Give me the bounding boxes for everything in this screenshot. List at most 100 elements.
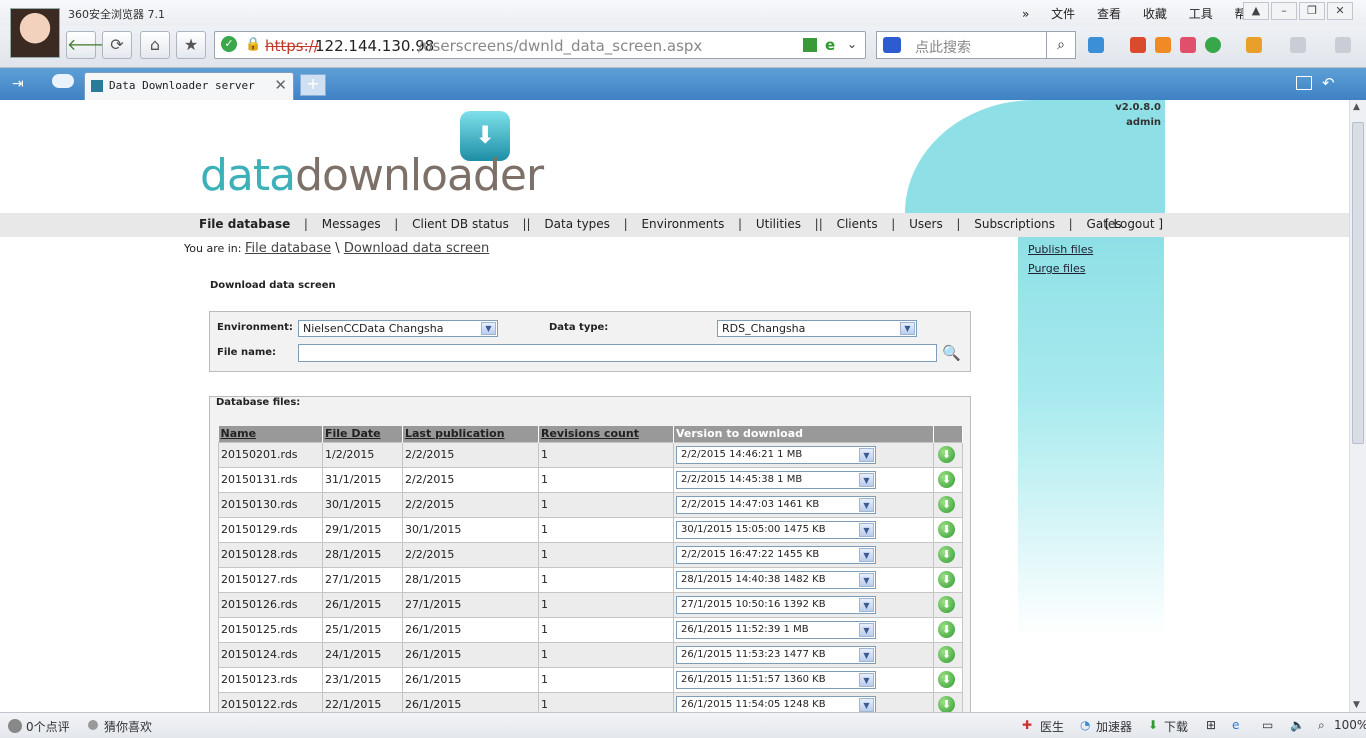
volume-icon[interactable]: 🔈 bbox=[1290, 718, 1305, 732]
status-download[interactable]: 下载 bbox=[1164, 718, 1188, 735]
image-icon[interactable] bbox=[1290, 37, 1306, 53]
back-button[interactable]: 🡐 bbox=[66, 31, 110, 59]
download-icon[interactable]: ⬇ bbox=[938, 521, 955, 538]
flight-icon[interactable] bbox=[1155, 37, 1171, 53]
version-select[interactable]: 27/1/2015 10:50:16 1392 KB ▼ bbox=[676, 595, 876, 614]
chevron-down-icon[interactable]: ▼ bbox=[859, 622, 874, 637]
nav-utilities[interactable]: Utilities bbox=[756, 217, 801, 231]
version-select[interactable]: 26/1/2015 11:52:39 1 MB ▼ bbox=[676, 620, 876, 639]
address-bar[interactable]: ✓ 🔒 https:// 122.144.130.98 /userscreens… bbox=[214, 31, 866, 59]
chevron-down-icon[interactable]: ▼ bbox=[859, 447, 874, 462]
shirt-skin-icon[interactable]: ▲ bbox=[1243, 2, 1269, 20]
menu-favorites[interactable]: 收藏 bbox=[1143, 7, 1167, 21]
search-icon[interactable]: 🔍 bbox=[942, 344, 962, 362]
undo-close-icon[interactable]: ↶ bbox=[1322, 74, 1335, 92]
sidebar-toggle-icon[interactable]: ⇥ bbox=[12, 76, 24, 92]
refresh-button[interactable]: ⟳ bbox=[102, 31, 132, 59]
status-zoom[interactable]: 100% bbox=[1334, 718, 1366, 732]
apps-grid-icon[interactable] bbox=[1088, 37, 1104, 53]
chevron-down-icon[interactable]: ▼ bbox=[481, 322, 496, 335]
nav-environments[interactable]: Environments bbox=[641, 217, 724, 231]
chevron-down-icon[interactable]: ▼ bbox=[859, 597, 874, 612]
download-icon[interactable]: ⬇ bbox=[938, 471, 955, 488]
purge-files-link[interactable]: Purge files bbox=[1028, 262, 1164, 275]
chevron-down-icon[interactable]: ▼ bbox=[859, 522, 874, 537]
status-comments[interactable]: 0个点评 bbox=[26, 718, 70, 735]
more-icon[interactable] bbox=[1335, 37, 1351, 53]
new-tab-button[interactable]: + bbox=[300, 74, 326, 96]
close-window-button[interactable]: ✕ bbox=[1327, 2, 1353, 20]
scroll-down-icon[interactable]: ▼ bbox=[1353, 700, 1360, 710]
screenshot-icon[interactable] bbox=[1246, 37, 1262, 53]
address-dropdown-icon[interactable]: ⌄ bbox=[847, 37, 857, 51]
download-icon[interactable]: ⬇ bbox=[938, 621, 955, 638]
user-avatar[interactable] bbox=[10, 8, 60, 58]
home-button[interactable]: ⌂ bbox=[140, 31, 170, 59]
baidu-paw-icon[interactable] bbox=[883, 37, 901, 53]
scrollbar-thumb[interactable] bbox=[1352, 122, 1364, 444]
window-icon[interactable]: ⊞ bbox=[1206, 718, 1216, 732]
column-revisions-count[interactable]: Revisions count bbox=[538, 426, 674, 442]
chevron-down-icon[interactable]: ▼ bbox=[859, 497, 874, 512]
tab-data-downloader[interactable]: Data Downloader server ✕ bbox=[84, 72, 294, 100]
security-shield-icon[interactable] bbox=[1205, 37, 1221, 53]
cloud-icon[interactable] bbox=[52, 74, 74, 88]
chevron-down-icon[interactable]: ▼ bbox=[859, 647, 874, 662]
download-icon[interactable]: ⬇ bbox=[938, 646, 955, 663]
download-icon[interactable]: ⬇ bbox=[938, 446, 955, 463]
version-select[interactable]: 2/2/2015 14:45:38 1 MB ▼ bbox=[676, 470, 876, 489]
security-check-icon[interactable]: ✓ bbox=[221, 36, 237, 52]
search-icon[interactable]: ⌕ bbox=[1046, 31, 1076, 59]
version-select[interactable]: 28/1/2015 14:40:38 1482 KB ▼ bbox=[676, 570, 876, 589]
version-select[interactable]: 26/1/2015 11:53:23 1477 KB ▼ bbox=[676, 645, 876, 664]
column-last-publication[interactable]: Last publication bbox=[402, 426, 539, 442]
translate-icon[interactable] bbox=[1130, 37, 1146, 53]
version-select[interactable]: 30/1/2015 15:05:00 1475 KB ▼ bbox=[676, 520, 876, 539]
chevron-down-icon[interactable]: ▼ bbox=[900, 322, 915, 335]
breadcrumb-download-screen[interactable]: Download data screen bbox=[344, 241, 489, 256]
nav-users[interactable]: Users bbox=[909, 217, 943, 231]
datatype-select[interactable]: RDS_Changsha ▼ bbox=[717, 320, 917, 337]
nav-file-database[interactable]: File database bbox=[199, 217, 290, 231]
version-select[interactable]: 26/1/2015 11:51:57 1360 KB ▼ bbox=[676, 670, 876, 689]
nav-data-types[interactable]: Data types bbox=[544, 217, 610, 231]
menu-file[interactable]: 文件 bbox=[1051, 7, 1075, 21]
minimize-button[interactable]: – bbox=[1271, 2, 1297, 20]
nav-clients[interactable]: Clients bbox=[837, 217, 878, 231]
shopping-icon[interactable] bbox=[1180, 37, 1196, 53]
logout-link[interactable]: [ Logout ] bbox=[1105, 217, 1163, 231]
version-select[interactable]: 2/2/2015 16:47:22 1455 KB ▼ bbox=[676, 545, 876, 564]
ie-compat-icon[interactable]: e bbox=[825, 36, 835, 54]
nav-client-db-status[interactable]: Client DB status bbox=[412, 217, 509, 231]
chevron-down-icon[interactable]: ▼ bbox=[859, 572, 874, 587]
breadcrumb-file-database[interactable]: File database bbox=[245, 241, 331, 256]
download-icon[interactable]: ⬇ bbox=[938, 696, 955, 712]
status-accelerator[interactable]: 加速器 bbox=[1096, 718, 1132, 735]
download-icon[interactable]: ⬇ bbox=[938, 596, 955, 613]
download-icon[interactable]: ⬇ bbox=[938, 571, 955, 588]
chevron-down-icon[interactable]: ▼ bbox=[859, 672, 874, 687]
download-icon[interactable]: ⬇ bbox=[938, 496, 955, 513]
restore-tabs-icon[interactable] bbox=[1296, 76, 1312, 90]
search-input[interactable]: 点此搜索 bbox=[915, 37, 971, 57]
menu-chevron-icon[interactable]: » bbox=[1022, 7, 1029, 21]
menu-tools[interactable]: 工具 bbox=[1189, 7, 1213, 21]
comment-icon[interactable] bbox=[8, 719, 22, 733]
chevron-down-icon[interactable]: ▼ bbox=[859, 547, 874, 562]
favorite-star-button[interactable]: ★ bbox=[176, 31, 206, 59]
ie-icon[interactable]: e bbox=[1232, 718, 1239, 732]
chevron-down-icon[interactable]: ▼ bbox=[859, 472, 874, 487]
maximize-button[interactable]: ❐ bbox=[1299, 2, 1325, 20]
publish-files-link[interactable]: Publish files bbox=[1028, 243, 1164, 256]
status-doctor[interactable]: 医生 bbox=[1040, 718, 1064, 735]
vertical-scrollbar[interactable]: ▲ ▼ bbox=[1349, 100, 1366, 712]
version-select[interactable]: 26/1/2015 11:54:05 1248 KB ▼ bbox=[676, 695, 876, 712]
scroll-up-icon[interactable]: ▲ bbox=[1353, 102, 1360, 112]
column-file-date[interactable]: File Date bbox=[322, 426, 403, 442]
version-select[interactable]: 2/2/2015 14:47:03 1461 KB ▼ bbox=[676, 495, 876, 514]
version-select[interactable]: 2/2/2015 14:46:21 1 MB ▼ bbox=[676, 445, 876, 464]
site-logo[interactable]: datadownloader bbox=[200, 150, 544, 201]
nav-subscriptions[interactable]: Subscriptions bbox=[974, 217, 1055, 231]
environment-select[interactable]: NielsenCCData Changsha ▼ bbox=[298, 320, 498, 337]
menu-view[interactable]: 查看 bbox=[1097, 7, 1121, 21]
